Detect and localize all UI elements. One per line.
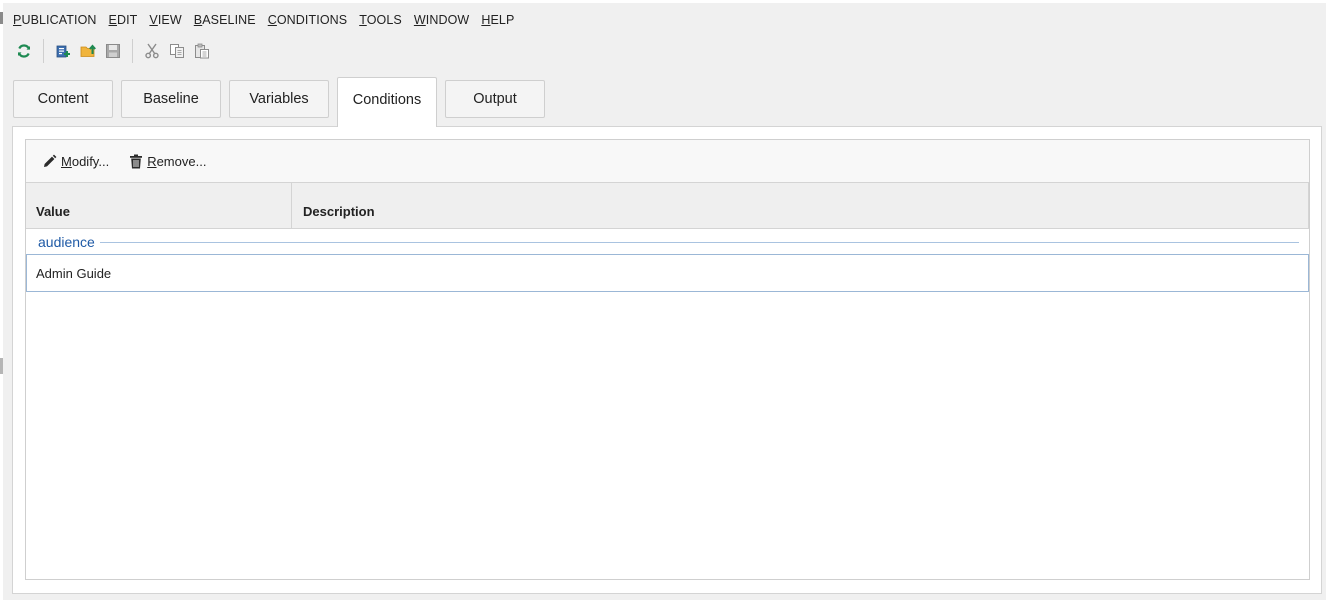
window-top-edge: [0, 0, 1326, 3]
window-edge-marker: [0, 12, 3, 24]
menu-bar: PUBLICATION EDIT VIEW BASELINE CONDITION…: [7, 10, 520, 30]
tab-conditions[interactable]: Conditions: [337, 77, 437, 127]
conditions-table-frame: Modify... Remove... Value Description au…: [25, 139, 1310, 580]
toolbar-separator: [43, 39, 44, 63]
window-left-edge: [0, 0, 3, 600]
group-header-audience: audience: [26, 230, 1309, 254]
window-edge-marker-2: [0, 358, 3, 374]
group-label: audience: [38, 234, 95, 250]
new-publication-icon: [56, 45, 70, 58]
toolbar-separator-2: [132, 39, 133, 63]
menu-view[interactable]: VIEW: [143, 10, 187, 30]
menu-conditions[interactable]: CONDITIONS: [262, 10, 354, 30]
new-publication-button[interactable]: [51, 39, 75, 63]
menu-tools[interactable]: TOOLS: [353, 10, 408, 30]
column-header-value[interactable]: Value: [26, 183, 292, 228]
menu-publication[interactable]: PUBLICATION: [7, 10, 103, 30]
save-button[interactable]: [101, 39, 125, 63]
trash-icon: [130, 154, 143, 168]
tab-content[interactable]: Content: [13, 80, 113, 118]
copy-icon: [170, 44, 184, 58]
menu-window[interactable]: WINDOW: [408, 10, 475, 30]
pencil-icon: [44, 154, 57, 167]
remove-button[interactable]: Remove...: [129, 154, 206, 169]
conditions-panel: Modify... Remove... Value Description au…: [12, 126, 1322, 594]
open-folder-icon: [80, 44, 96, 57]
table-row[interactable]: Admin Guide: [26, 254, 1309, 292]
tab-baseline[interactable]: Baseline: [121, 80, 221, 118]
column-header-description[interactable]: Description: [292, 183, 1309, 228]
modify-button[interactable]: Modify...: [42, 154, 109, 169]
action-bar: Modify... Remove...: [26, 140, 1309, 183]
refresh-icon: [17, 44, 31, 58]
paste-icon: [195, 43, 209, 59]
menu-baseline[interactable]: BASELINE: [188, 10, 262, 30]
copy-button[interactable]: [165, 39, 189, 63]
menu-help[interactable]: HELP: [475, 10, 520, 30]
tab-variables[interactable]: Variables: [229, 80, 329, 118]
cut-button[interactable]: [140, 39, 164, 63]
cell-value: Admin Guide: [36, 265, 112, 281]
menu-edit[interactable]: EDIT: [103, 10, 144, 30]
toolbar: [12, 38, 215, 64]
cut-icon: [145, 43, 159, 59]
save-icon: [106, 44, 120, 58]
paste-button[interactable]: [190, 39, 214, 63]
group-divider: [99, 241, 1299, 243]
table-header: Value Description: [26, 183, 1309, 229]
refresh-button[interactable]: [12, 39, 36, 63]
tab-bar: Content Baseline Variables Conditions Ou…: [13, 77, 553, 127]
tab-output[interactable]: Output: [445, 80, 545, 118]
open-button[interactable]: [76, 39, 100, 63]
